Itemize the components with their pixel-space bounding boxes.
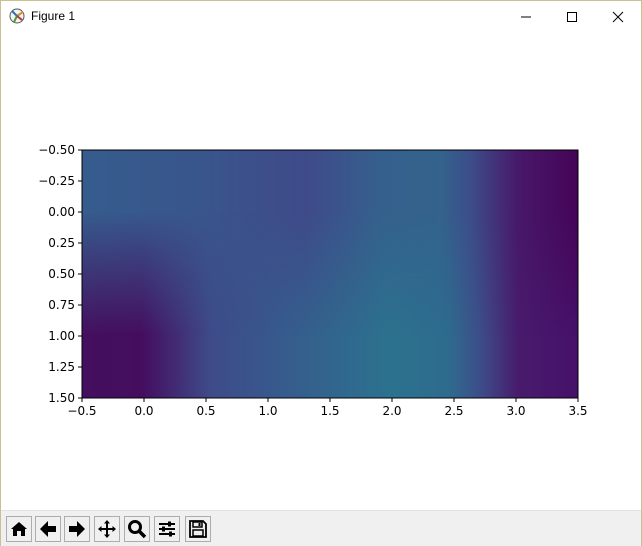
matplotlib-app-icon — [9, 8, 25, 24]
y-tick-label: 0.75 — [48, 298, 75, 312]
magnifier-icon — [128, 520, 147, 539]
x-tick-label: 3.5 — [568, 404, 587, 418]
save-icon — [189, 520, 207, 538]
y-tick-label: 0.00 — [48, 205, 75, 219]
title-bar[interactable]: Figure 1 — [1, 1, 641, 32]
close-icon — [612, 11, 624, 23]
heatmap-chart[interactable]: −0.5 0.0 0.5 1.0 1.5 2.0 2.5 3.0 3.5 −0.50 −0.25 0.… — [1, 32, 641, 510]
x-tick-label: 3.0 — [506, 404, 525, 418]
pan-button[interactable] — [94, 516, 120, 542]
forward-arrow-icon — [69, 521, 85, 537]
y-tick-label: 1.25 — [48, 360, 75, 374]
heatmap-image — [82, 150, 578, 398]
home-icon — [11, 522, 27, 536]
x-tick-label: 2.5 — [444, 404, 463, 418]
y-tick-label: 1.50 — [48, 391, 75, 405]
maximize-button[interactable] — [549, 1, 595, 32]
minimize-icon — [521, 16, 531, 18]
move-icon — [98, 520, 116, 538]
y-tick-label: 1.00 — [48, 329, 75, 343]
maximize-icon — [567, 12, 577, 22]
y-tick-label: −0.25 — [38, 174, 75, 188]
window-title: Figure 1 — [31, 9, 76, 23]
y-tick-label: 0.25 — [48, 236, 75, 250]
minimize-button[interactable] — [503, 1, 549, 32]
x-tick-label: 1.5 — [320, 404, 339, 418]
navigation-toolbar — [1, 510, 641, 546]
heatmap-row-0 — [82, 150, 578, 398]
back-arrow-icon — [40, 521, 56, 537]
x-tick-label: 1.0 — [258, 404, 277, 418]
sliders-icon — [159, 521, 175, 537]
x-tick-label: 0.5 — [196, 404, 215, 418]
home-button[interactable] — [6, 516, 32, 542]
x-tick-label: 0.0 — [134, 404, 153, 418]
zoom-button[interactable] — [124, 516, 150, 542]
close-button[interactable] — [595, 1, 641, 32]
x-tick-label: −0.5 — [67, 404, 96, 418]
configure-subplots-button[interactable] — [154, 516, 180, 542]
y-tick-label: 0.50 — [48, 267, 75, 281]
y-tick-label: −0.50 — [38, 143, 75, 157]
x-tick-label: 2.0 — [382, 404, 401, 418]
back-button[interactable] — [35, 516, 61, 542]
forward-button[interactable] — [64, 516, 90, 542]
figure-window: Figure 1 −0.5 0.0 0.5 1.0 1.5 2.0 2.5 3.… — [0, 0, 642, 546]
figure-canvas[interactable]: −0.5 0.0 0.5 1.0 1.5 2.0 2.5 3.0 3.5 −0.50 −0.25 0.… — [1, 32, 641, 510]
save-button[interactable] — [185, 516, 211, 542]
